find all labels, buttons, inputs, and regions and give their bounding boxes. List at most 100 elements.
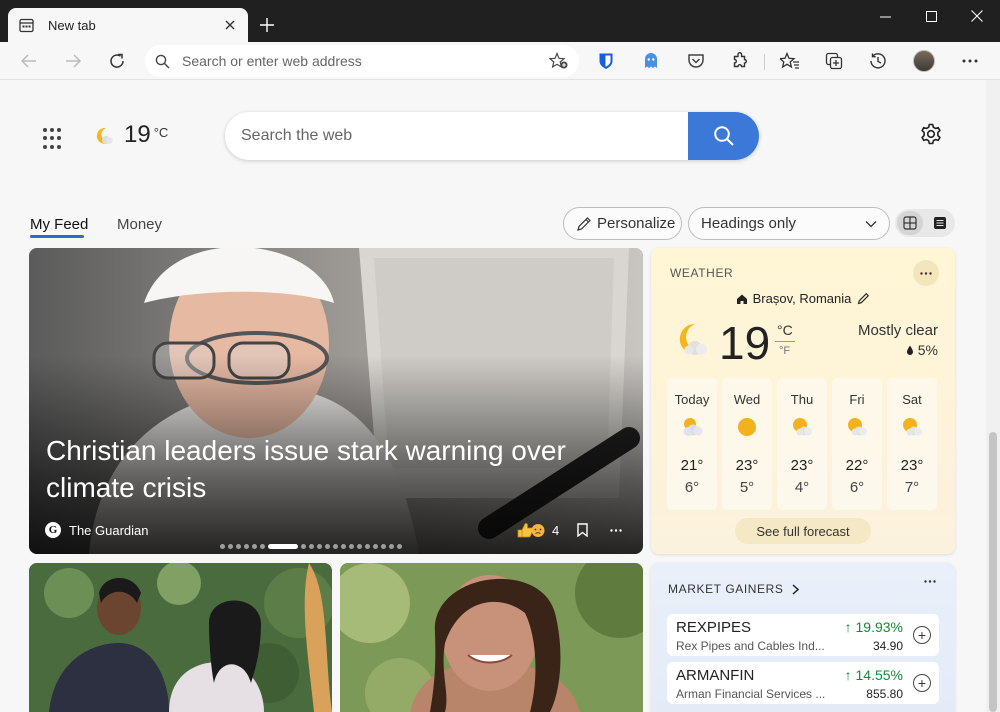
forecast-low: 6°: [684, 479, 700, 496]
page-settings-icon[interactable]: [919, 122, 943, 146]
extensions-icon[interactable]: [727, 48, 753, 74]
close-window-button[interactable]: [954, 0, 1000, 32]
header-temperature: 19: [124, 121, 151, 148]
collections-icon[interactable]: [821, 48, 847, 74]
personalize-button[interactable]: Personalize: [563, 207, 682, 240]
hero-news-card[interactable]: Christian leaders issue stark warning ov…: [29, 248, 643, 554]
toolbar-divider: [764, 54, 765, 70]
moon-clear-icon: [669, 319, 711, 361]
profile-button[interactable]: [911, 48, 937, 74]
carousel-dot[interactable]: [301, 544, 306, 549]
moon-clear-icon: [92, 125, 114, 147]
weather-more-button[interactable]: [913, 260, 939, 286]
fahrenheit-unit-toggle[interactable]: °F: [779, 345, 790, 357]
search-icon: [713, 125, 735, 147]
grid-view-button[interactable]: [897, 211, 923, 235]
close-tab-icon[interactable]: [222, 17, 238, 33]
tab-new-tab[interactable]: New tab: [8, 8, 248, 42]
market-more-button[interactable]: [924, 580, 936, 583]
forward-button[interactable]: [60, 48, 86, 74]
carousel-dot[interactable]: [325, 544, 330, 549]
stock-row[interactable]: REXPIPES Rex Pipes and Cables Ind... ↑ 1…: [667, 614, 939, 656]
carousel-dot[interactable]: [349, 544, 354, 549]
partly-sunny-icon: [846, 416, 868, 438]
layout-select-value: Headings only: [701, 215, 797, 232]
tab-my-feed[interactable]: My Feed: [30, 216, 88, 233]
weather-location[interactable]: Brașov, Romania: [651, 291, 955, 306]
market-gainers-title[interactable]: MARKET GAINERS: [668, 582, 799, 596]
ghostery-extension-icon[interactable]: [638, 48, 664, 74]
maximize-button[interactable]: [908, 0, 954, 32]
weather-card[interactable]: WEATHER Brașov, Romania 19 °C °F Mostly …: [651, 248, 955, 554]
add-to-watchlist-icon[interactable]: +: [913, 674, 931, 692]
tab-money[interactable]: Money: [117, 216, 162, 233]
web-search-input[interactable]: [225, 112, 688, 160]
settings-and-more-button[interactable]: [957, 48, 983, 74]
stock-name: Rex Pipes and Cables Ind...: [676, 639, 825, 653]
history-icon[interactable]: [865, 48, 891, 74]
carousel-dot[interactable]: [373, 544, 378, 549]
edit-location-icon[interactable]: [857, 292, 870, 305]
forecast-high: 23°: [790, 457, 814, 474]
bookmark-icon[interactable]: [577, 523, 588, 537]
web-search-box[interactable]: [225, 112, 759, 160]
more-options-icon[interactable]: [610, 528, 622, 532]
carousel-dot[interactable]: [357, 544, 362, 549]
carousel-dot[interactable]: [228, 544, 233, 549]
carousel-dot[interactable]: [309, 544, 314, 549]
pocket-extension-icon[interactable]: [683, 48, 709, 74]
carousel-pagination[interactable]: [220, 544, 402, 549]
pencil-icon: [576, 216, 592, 232]
header-weather[interactable]: 19 °C: [92, 121, 168, 149]
apps-launcher-icon[interactable]: [43, 128, 65, 150]
carousel-dot[interactable]: [260, 544, 265, 549]
forecast-day[interactable]: Fri 22° 6°: [832, 378, 882, 510]
carousel-dot[interactable]: [381, 544, 386, 549]
carousel-dot[interactable]: [397, 544, 402, 549]
stock-price: 34.90: [872, 639, 903, 653]
reactions-icon[interactable]: [516, 521, 546, 539]
minimize-button[interactable]: [862, 0, 908, 32]
page-scrollbar[interactable]: [986, 80, 1000, 712]
market-gainers-card[interactable]: MARKET GAINERS REXPIPES Rex Pipes and Ca…: [651, 563, 955, 712]
carousel-dot[interactable]: [236, 544, 241, 549]
favorites-icon[interactable]: [777, 48, 803, 74]
carousel-dot[interactable]: [244, 544, 249, 549]
carousel-dot[interactable]: [252, 544, 257, 549]
forecast-day[interactable]: Thu 23° 4°: [777, 378, 827, 510]
new-tab-button[interactable]: [256, 14, 278, 36]
hero-gradient-overlay: [29, 248, 643, 554]
layout-select[interactable]: Headings only: [688, 207, 890, 240]
more-options-icon: [920, 271, 932, 275]
bitwarden-extension-icon[interactable]: [593, 48, 619, 74]
forecast-day[interactable]: Today 21° 6°: [667, 378, 717, 510]
forecast-day[interactable]: Wed 23° 5°: [722, 378, 772, 510]
carousel-dot[interactable]: [365, 544, 370, 549]
address-bar[interactable]: [145, 45, 579, 77]
carousel-dot[interactable]: [389, 544, 394, 549]
list-view-button[interactable]: [927, 211, 953, 235]
see-full-forecast-button[interactable]: See full forecast: [735, 518, 871, 544]
refresh-button[interactable]: [104, 48, 130, 74]
carousel-dot[interactable]: [341, 544, 346, 549]
celsius-unit-toggle[interactable]: °C: [777, 322, 793, 338]
forecast-day[interactable]: Sat 23° 7°: [887, 378, 937, 510]
carousel-dot[interactable]: [333, 544, 338, 549]
hero-source[interactable]: G The Guardian: [45, 522, 149, 538]
add-favorite-icon[interactable]: [549, 52, 569, 70]
news-card-woman-photo[interactable]: [340, 563, 643, 712]
stock-row[interactable]: ARMANFIN Arman Financial Services ... ↑ …: [667, 662, 939, 704]
carousel-dot[interactable]: [220, 544, 225, 549]
web-search-button[interactable]: [688, 112, 759, 160]
back-button[interactable]: [16, 48, 42, 74]
forecast-day-label: Sat: [902, 392, 922, 407]
news-card-couple-photo[interactable]: [29, 563, 332, 712]
hero-headline[interactable]: Christian leaders issue stark warning ov…: [46, 432, 606, 506]
scrollbar-thumb[interactable]: [989, 432, 997, 712]
address-input[interactable]: [182, 53, 549, 69]
forecast-day-label: Fri: [849, 392, 865, 407]
carousel-dot[interactable]: [317, 544, 322, 549]
add-to-watchlist-icon[interactable]: +: [913, 626, 931, 644]
carousel-dot[interactable]: [268, 544, 298, 549]
browser-toolbar: [0, 42, 1000, 80]
